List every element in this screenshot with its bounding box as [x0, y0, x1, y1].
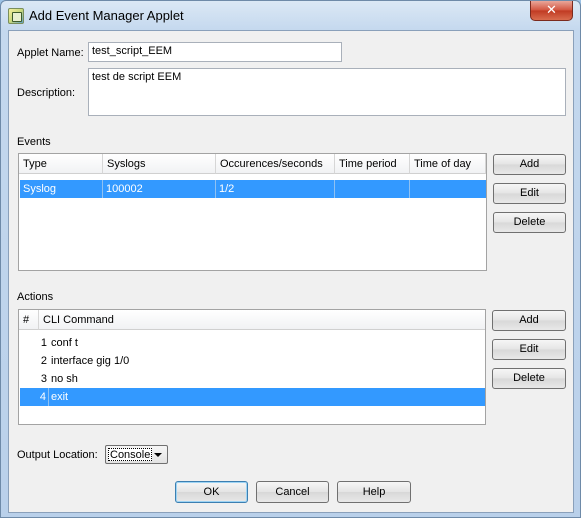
column-header-time-of-day[interactable]: Time of day: [410, 154, 486, 174]
eem-applet-icon: [8, 8, 24, 24]
dialog-window: Add Event Manager Applet ✕ Applet Name: …: [0, 0, 581, 518]
events-table[interactable]: Type Syslogs Occurences/seconds Time per…: [18, 153, 487, 271]
action-command-cell: conf t: [51, 337, 78, 349]
events-delete-button[interactable]: Delete: [493, 212, 566, 233]
action-number-cell: 1: [40, 337, 47, 349]
actions-edit-button[interactable]: Edit: [492, 339, 566, 360]
close-icon[interactable]: ✕: [530, 1, 573, 21]
applet-name-input[interactable]: test_script_EEM: [88, 42, 342, 62]
events-section-label: Events: [17, 136, 51, 148]
help-button[interactable]: Help: [337, 481, 411, 503]
title-bar[interactable]: Add Event Manager Applet ✕: [1, 1, 580, 31]
events-edit-button[interactable]: Edit: [493, 183, 566, 204]
output-location-select[interactable]: Console: [105, 445, 168, 464]
action-command-cell: exit: [51, 391, 69, 403]
applet-name-label: Applet Name:: [17, 47, 84, 59]
table-row[interactable]: 3 no sh: [20, 370, 485, 388]
event-syslogs-cell: 100002: [103, 180, 216, 198]
chevron-down-icon: [154, 453, 162, 457]
cancel-button[interactable]: Cancel: [256, 481, 329, 503]
action-number-cell: 3: [40, 373, 47, 385]
column-header-time-period[interactable]: Time period: [335, 154, 410, 174]
description-textarea[interactable]: test de script EEM: [88, 68, 566, 116]
event-type-cell: Syslog: [20, 180, 103, 198]
table-row[interactable]: 2 interface gig 1/0: [20, 352, 485, 370]
actions-table-header: # CLI Command: [19, 310, 485, 330]
action-number-cell: 2: [40, 355, 47, 367]
events-add-button[interactable]: Add: [493, 154, 566, 175]
event-time-period-cell: [335, 180, 410, 198]
table-row[interactable]: Syslog 100002 1/2: [20, 180, 486, 198]
actions-section-label: Actions: [17, 291, 54, 303]
output-location-value: Console: [108, 448, 153, 461]
action-number-cell: 4: [20, 388, 49, 406]
actions-add-button[interactable]: Add: [492, 310, 566, 331]
column-header-occurences[interactable]: Occurences/seconds: [216, 154, 335, 174]
column-header-number[interactable]: #: [19, 310, 39, 330]
window-title: Add Event Manager Applet: [29, 8, 184, 23]
events-table-header: Type Syslogs Occurences/seconds Time per…: [19, 154, 486, 174]
action-command-cell: no sh: [51, 373, 78, 385]
description-label: Description:: [17, 87, 76, 99]
output-location-label: Output Location:: [17, 449, 98, 461]
actions-table[interactable]: # CLI Command 1 conf t 2 interface gig 1…: [18, 309, 486, 425]
dialog-body: Applet Name: test_script_EEM Description…: [8, 30, 574, 513]
table-row[interactable]: 4 exit: [20, 388, 485, 406]
column-header-syslogs[interactable]: Syslogs: [103, 154, 216, 174]
event-time-of-day-cell: [410, 180, 486, 198]
table-row[interactable]: 1 conf t: [20, 334, 485, 352]
ok-button[interactable]: OK: [175, 481, 248, 503]
column-header-cli-command[interactable]: CLI Command: [39, 310, 485, 330]
action-command-cell: interface gig 1/0: [51, 355, 130, 367]
event-occurences-cell: 1/2: [216, 180, 335, 198]
actions-delete-button[interactable]: Delete: [492, 368, 566, 389]
column-header-type[interactable]: Type: [19, 154, 103, 174]
